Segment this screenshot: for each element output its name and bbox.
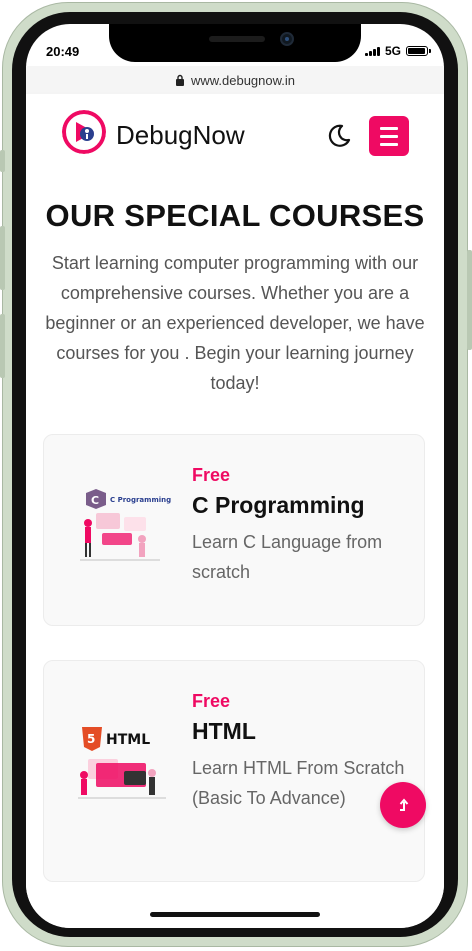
menu-button[interactable] bbox=[369, 116, 409, 156]
course-price: Free bbox=[192, 691, 231, 711]
notch bbox=[109, 24, 361, 62]
course-info: Free HTML Learn HTML From Scratch (Basic… bbox=[192, 691, 412, 813]
phone-screen: 20:49 5G www.debugnow.in DebugNow OUR SP… bbox=[26, 24, 444, 928]
course-description: Learn HTML From Scratch (Basic To Advanc… bbox=[192, 758, 405, 808]
status-time: 20:49 bbox=[46, 44, 80, 59]
course-card[interactable]: 5 HTML Free HTML Learn HTML From Scratch… bbox=[43, 660, 425, 882]
html-illustration-icon: 5 HTML bbox=[78, 727, 166, 799]
volume-up-button bbox=[0, 226, 5, 290]
svg-text:C: C bbox=[91, 494, 99, 507]
volume-down-button bbox=[0, 314, 5, 378]
speaker-grille bbox=[209, 36, 265, 42]
battery-icon bbox=[406, 46, 431, 56]
arrow-up-icon bbox=[399, 798, 409, 811]
section-title: OUR SPECIAL COURSES bbox=[45, 198, 425, 233]
course-price: Free bbox=[192, 465, 231, 485]
url-text: www.debugnow.in bbox=[190, 72, 296, 88]
course-title[interactable]: HTML bbox=[192, 718, 412, 745]
course-info: Free C Programming Learn C Language from… bbox=[192, 465, 412, 587]
mute-switch bbox=[0, 150, 5, 172]
section-description: Start learning computer programming with… bbox=[45, 253, 425, 393]
lock-icon bbox=[175, 74, 184, 86]
course-title[interactable]: C Programming bbox=[192, 492, 412, 519]
course-description: Learn C Language from scratch bbox=[192, 532, 383, 582]
site-header: DebugNow bbox=[26, 94, 444, 176]
brand-name[interactable]: DebugNow bbox=[116, 120, 245, 151]
c-programming-illustration-icon: C C Programming bbox=[80, 489, 171, 561]
svg-text:HTML: HTML bbox=[106, 732, 150, 748]
svg-text:5: 5 bbox=[87, 732, 95, 746]
status-icons: 5G bbox=[364, 44, 431, 58]
signal-icon bbox=[364, 46, 380, 56]
courses-section: OUR SPECIAL COURSES Start learning compu… bbox=[26, 176, 444, 928]
address-bar[interactable]: www.debugnow.in bbox=[26, 66, 444, 95]
power-button bbox=[467, 250, 472, 350]
course-card[interactable]: C C Programming Free C Programming Learn… bbox=[43, 434, 425, 626]
svg-text:C Programming: C Programming bbox=[110, 496, 171, 504]
network-type: 5G bbox=[384, 44, 401, 58]
scroll-to-top-button[interactable] bbox=[380, 782, 426, 828]
home-indicator bbox=[150, 912, 320, 917]
moon-icon[interactable] bbox=[326, 123, 352, 149]
debugnow-logo-icon[interactable] bbox=[62, 110, 106, 154]
front-camera bbox=[280, 32, 294, 46]
hamburger-menu-icon bbox=[380, 126, 398, 130]
